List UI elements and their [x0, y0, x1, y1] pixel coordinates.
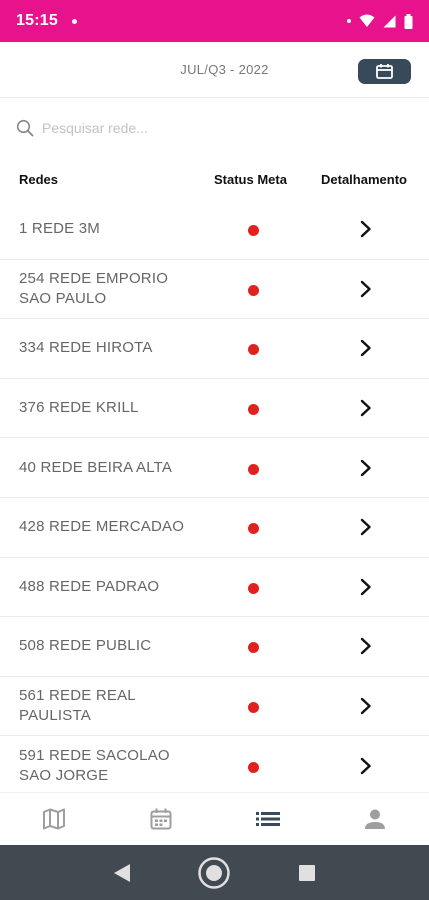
detail-button[interactable] — [358, 636, 374, 656]
network-name: 254 REDE EMPORIO SAO PAULO — [19, 269, 169, 307]
chevron-right-icon — [360, 578, 371, 596]
network-name: 561 REDE REAL PAULISTA — [19, 687, 136, 725]
network-name: 428 REDE MERCADAO — [19, 518, 185, 536]
chevron-right-icon — [360, 340, 371, 357]
detail-button[interactable] — [358, 696, 374, 716]
status-indicator — [248, 702, 259, 714]
column-header-status: Status Meta — [214, 172, 287, 187]
detail-button[interactable] — [358, 577, 374, 597]
chevron-right-icon — [360, 697, 371, 715]
status-indicator — [248, 582, 259, 594]
search-bar — [0, 98, 429, 158]
status-indicator — [248, 642, 259, 654]
calendar-icon — [376, 64, 393, 79]
system-nav-bar — [0, 845, 429, 900]
back-icon[interactable] — [113, 863, 131, 883]
chevron-right-icon — [360, 459, 371, 476]
status-indicator — [248, 225, 259, 237]
status-time: 15:15 — [16, 12, 58, 29]
battery-icon — [404, 13, 413, 29]
signal-icon — [383, 15, 396, 27]
notification-dot-icon — [71, 18, 77, 24]
table-header: Redes Status Meta Detalhamento — [0, 168, 429, 190]
nav-item-map[interactable] — [0, 793, 107, 845]
status-indicator — [248, 404, 259, 416]
search-icon — [16, 119, 34, 137]
nav-item-calendar[interactable] — [107, 793, 214, 845]
status-bar: 15:15 — [0, 0, 429, 42]
table-row[interactable]: 488 REDE PADRAO — [0, 558, 429, 618]
recents-icon[interactable] — [298, 864, 316, 882]
chevron-right-icon — [360, 638, 371, 655]
network-name: 334 REDE HIROTA — [19, 339, 153, 357]
network-list: 1 REDE 3M 254 REDE EMPORIO SAO PAULO 334 R… — [0, 200, 429, 796]
table-row[interactable]: 591 REDE SACOLAO SAO JORGE — [0, 736, 429, 796]
status-indicator — [248, 761, 259, 773]
status-indicator — [248, 463, 259, 475]
table-row[interactable]: 40 REDE BEIRA ALTA — [0, 438, 429, 498]
detail-button[interactable] — [358, 517, 374, 537]
detail-button[interactable] — [358, 279, 374, 299]
network-name: 1 REDE 3M — [19, 220, 100, 238]
status-icons — [347, 13, 413, 29]
detail-button[interactable] — [358, 458, 374, 478]
detail-button[interactable] — [358, 338, 374, 358]
table-row[interactable]: 561 REDE REAL PAULISTA — [0, 677, 429, 737]
network-name: 488 REDE PADRAO — [19, 577, 160, 595]
network-name: 508 REDE PUBLIC — [19, 637, 152, 655]
chevron-right-icon — [360, 280, 371, 298]
nav-item-list[interactable] — [215, 793, 322, 845]
chevron-right-icon — [360, 757, 371, 774]
table-row[interactable]: 334 REDE HIROTA — [0, 319, 429, 379]
wifi-icon — [359, 14, 375, 27]
status-indicator — [248, 344, 259, 356]
network-name: 376 REDE KRILL — [19, 399, 139, 417]
table-row[interactable]: 1 REDE 3M — [0, 200, 429, 260]
status-indicator — [248, 523, 259, 535]
person-icon — [365, 809, 386, 829]
column-header-redes: Redes — [19, 172, 59, 187]
notification-dot-icon — [347, 19, 351, 23]
status-indicator — [248, 284, 259, 296]
chevron-right-icon — [360, 221, 371, 238]
detail-button[interactable] — [358, 219, 374, 239]
chevron-right-icon — [360, 519, 371, 536]
detail-button[interactable] — [358, 756, 374, 776]
network-name: 40 REDE BEIRA ALTA — [19, 458, 173, 476]
table-row[interactable]: 254 REDE EMPORIO SAO PAULO — [0, 260, 429, 320]
detail-button[interactable] — [358, 398, 374, 418]
calendar-button[interactable] — [358, 59, 411, 84]
search-input[interactable] — [42, 120, 382, 136]
chevron-right-icon — [360, 399, 371, 417]
network-name: 591 REDE SACOLAO SAO JORGE — [19, 746, 170, 784]
calendar-icon — [150, 808, 172, 830]
bottom-nav — [0, 792, 429, 845]
table-row[interactable]: 508 REDE PUBLIC — [0, 617, 429, 677]
table-row[interactable]: 428 REDE MERCADAO — [0, 498, 429, 558]
column-header-detail: Detalhamento — [321, 172, 407, 187]
home-icon[interactable] — [197, 856, 231, 890]
nav-item-profile[interactable] — [322, 793, 429, 845]
map-icon — [42, 808, 65, 830]
table-row[interactable]: 376 REDE KRILL — [0, 379, 429, 439]
top-bar: JUL/Q3 - 2022 — [0, 42, 429, 98]
list-icon — [256, 812, 281, 826]
